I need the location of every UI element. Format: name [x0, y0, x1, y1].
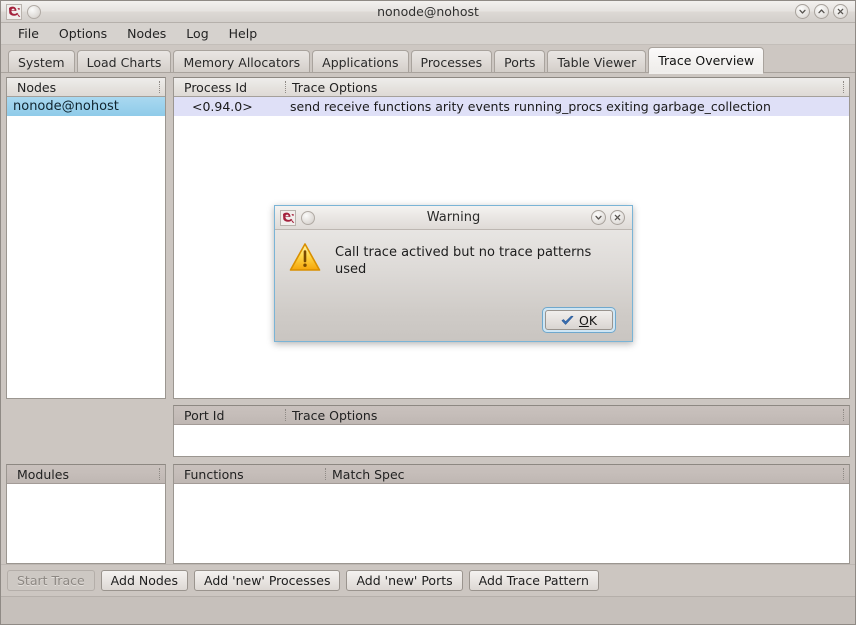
ok-button[interactable]: OK — [545, 310, 613, 330]
close-button[interactable] — [833, 4, 848, 19]
chevron-up-icon — [818, 9, 825, 14]
maximize-button[interactable] — [814, 4, 829, 19]
menu-item-options[interactable]: Options — [50, 24, 116, 43]
close-x-icon — [837, 8, 844, 15]
dialog-body: Call trace actived but no trace patterns… — [275, 230, 632, 299]
add-new-ports-button[interactable]: Add 'new' Ports — [346, 570, 463, 591]
tab-applications[interactable]: Applications — [312, 50, 409, 73]
nodes-header-label[interactable]: Nodes — [7, 78, 156, 96]
ok-button-focus-ring: OK — [542, 307, 616, 333]
functions-header-functions[interactable]: Functions — [174, 465, 322, 483]
dialog-title: Warning — [426, 210, 481, 225]
dialog-close-button[interactable] — [610, 210, 625, 225]
nodes-header-row: Nodes — [7, 78, 165, 97]
titlebar-menu-dot[interactable] — [27, 4, 41, 19]
functions-list[interactable] — [174, 484, 849, 563]
processes-header-row: Process Id Trace Options — [174, 78, 849, 97]
process-id-cell: <0.94.0> — [192, 99, 253, 114]
modules-list[interactable] — [7, 484, 165, 563]
processes-header-grip[interactable] — [840, 78, 849, 96]
modules-header-row: Modules — [7, 465, 165, 484]
ok-suffix: K — [588, 312, 598, 328]
dialog-minimize-button[interactable] — [591, 210, 606, 225]
close-x-icon — [614, 214, 621, 221]
dialog-window-controls — [591, 210, 632, 225]
main-window: nonode@nohost File Options Nodes Log Hel… — [0, 0, 856, 625]
nodes-list[interactable]: nonode@nohost — [7, 97, 165, 398]
chevron-down-icon — [595, 215, 602, 220]
tab-system[interactable]: System — [8, 50, 75, 73]
node-name: nonode@nohost — [13, 99, 119, 114]
erlang-logo-icon — [280, 209, 296, 226]
nodes-header-grip[interactable] — [156, 78, 165, 96]
titlebar-left — [1, 3, 41, 20]
dialog-footer: OK — [275, 299, 632, 341]
nodes-panel: Nodes nonode@nohost — [6, 77, 166, 399]
ports-split: Port Id Trace Options — [6, 405, 850, 457]
bottom-split: Modules Functions Match Spec — [6, 464, 850, 564]
ports-header-trace-options[interactable]: Trace Options — [282, 406, 840, 424]
tabstrip: System Load Charts Memory Allocators App… — [1, 45, 855, 74]
processes-header-trace-options[interactable]: Trace Options — [282, 78, 840, 96]
add-nodes-button[interactable]: Add Nodes — [100, 570, 188, 591]
tab-ports[interactable]: Ports — [494, 50, 546, 73]
ports-header-row: Port Id Trace Options — [174, 406, 849, 425]
process-trace-options-cell: send receive functions arity events runn… — [290, 99, 771, 114]
action-button-bar: Start Trace Add Nodes Add 'new' Processe… — [1, 564, 855, 596]
dialog-message: Call trace actived but no trace patterns… — [335, 245, 592, 277]
ports-left-spacer — [6, 405, 173, 457]
dialog-titlebar: Warning — [275, 206, 632, 230]
menu-item-help[interactable]: Help — [220, 24, 267, 43]
processes-header-process-id[interactable]: Process Id — [174, 78, 282, 96]
warning-dialog: Warning Call trace actived but no trace … — [274, 205, 633, 342]
window-title: nonode@nohost — [377, 4, 479, 19]
modules-header-label[interactable]: Modules — [7, 465, 156, 483]
window-titlebar: nonode@nohost — [1, 1, 855, 23]
dialog-titlebar-left — [275, 209, 315, 226]
window-controls — [795, 4, 855, 19]
minimize-button[interactable] — [795, 4, 810, 19]
tab-trace-overview[interactable]: Trace Overview — [648, 47, 765, 74]
ok-button-label: OK — [579, 313, 597, 328]
tab-load-charts[interactable]: Load Charts — [76, 50, 172, 73]
list-item[interactable]: nonode@nohost — [7, 97, 165, 116]
menu-item-nodes[interactable]: Nodes — [118, 24, 175, 43]
functions-panel: Functions Match Spec — [173, 464, 850, 564]
functions-header-grip[interactable] — [840, 465, 849, 483]
tab-table-viewer[interactable]: Table Viewer — [547, 50, 647, 73]
add-trace-pattern-button[interactable]: Add Trace Pattern — [468, 570, 599, 591]
functions-header-row: Functions Match Spec — [174, 465, 849, 484]
ports-panel: Port Id Trace Options — [173, 405, 850, 457]
nodes-processes-splitter[interactable] — [166, 77, 173, 399]
menubar: File Options Nodes Log Help — [1, 23, 855, 45]
dialog-titlebar-menu-dot[interactable] — [301, 210, 315, 225]
ports-header-grip[interactable] — [840, 406, 849, 424]
modules-panel: Modules — [6, 464, 166, 564]
warning-triangle-icon — [289, 243, 321, 271]
chevron-down-icon — [799, 9, 806, 14]
check-mark-icon — [561, 315, 574, 325]
menu-item-log[interactable]: Log — [177, 24, 217, 43]
statusbar — [1, 596, 855, 624]
ports-header-port-id[interactable]: Port Id — [174, 406, 282, 424]
modules-functions-splitter[interactable] — [166, 464, 173, 564]
ok-mnemonic: O — [578, 312, 589, 328]
start-trace-button[interactable]: Start Trace — [7, 570, 95, 591]
table-row[interactable]: <0.94.0> send receive functions arity ev… — [174, 97, 849, 116]
tab-processes[interactable]: Processes — [410, 50, 493, 73]
erlang-logo-icon — [6, 3, 22, 20]
tab-memory-allocators[interactable]: Memory Allocators — [173, 50, 311, 73]
ports-list[interactable] — [174, 425, 849, 456]
menu-item-file[interactable]: File — [9, 24, 48, 43]
functions-header-match-spec[interactable]: Match Spec — [322, 465, 840, 483]
modules-header-grip[interactable] — [156, 465, 165, 483]
add-new-processes-button[interactable]: Add 'new' Processes — [193, 570, 341, 591]
